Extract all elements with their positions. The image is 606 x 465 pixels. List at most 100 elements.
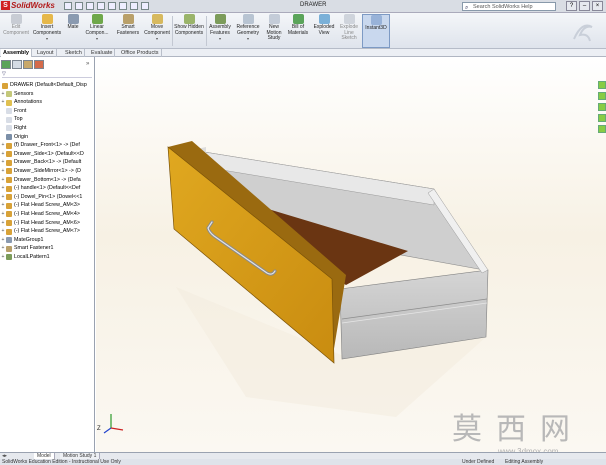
mate-button[interactable]: Mate [65, 14, 81, 31]
minimize-icon[interactable]: – [579, 1, 590, 11]
appearance-manager-tab-icon[interactable] [34, 60, 44, 69]
tab-office-products[interactable]: Office Products [119, 49, 162, 57]
tree-item-screw-7[interactable]: + (-) Flat Head Screw_AM<7> [0, 227, 94, 236]
dropdown-arrow-icon[interactable]: ▾ [234, 36, 262, 42]
tree-item-label: Right [14, 124, 27, 131]
select-icon[interactable] [119, 2, 127, 10]
ds-swirl-logo [573, 24, 593, 42]
title-bar: S SolidWorks DRAWER ⌕ Search SolidWorks He… [0, 0, 606, 13]
smart-fasteners-button[interactable]: Smart Fasteners [114, 14, 142, 36]
drawer-model[interactable] [96, 57, 606, 453]
tree-item-icon [6, 211, 12, 218]
instant3d-button[interactable]: Instant3D [362, 14, 390, 48]
tree-item-drawer-bottom[interactable]: + Drawer_Bottom<1> -> (Defa [0, 176, 94, 185]
smart-fasteners-label: Smart Fasteners [116, 24, 140, 36]
reference-triad: Z [97, 414, 124, 434]
bill-of-materials-icon [292, 14, 304, 24]
tree-item-drawer-front[interactable]: + (f) Drawer_Front<1> -> (Def [0, 141, 94, 150]
explode-line-sketch-icon [343, 14, 355, 24]
tree-item-annotations[interactable]: + Annotations [0, 98, 94, 107]
help-search-input[interactable]: ⌕ Search SolidWorks Help [462, 2, 556, 11]
dropdown-arrow-icon[interactable]: ▾ [82, 36, 112, 42]
tab-assembly[interactable]: Assembly [1, 49, 32, 57]
tree-item-icon [6, 220, 12, 226]
tree-filter[interactable]: ▽ [2, 71, 92, 78]
graphics-area[interactable]: ⊕ ⊕ ↶ ◧ ◫ ◩ ◌ ◉ ◎ ▣ [96, 57, 606, 453]
collapse-panel-icon[interactable]: » [86, 61, 89, 67]
show-hidden-components-button[interactable]: Show Hidden Components [174, 14, 204, 36]
separator [172, 16, 173, 46]
tree-item-icon [6, 159, 12, 166]
open-file-icon[interactable] [75, 2, 83, 10]
assembly-features-button[interactable]: Assembly Features ▾ [207, 14, 233, 42]
tree-item-drawer-back[interactable]: + Drawer_Back<1> -> (Default [0, 158, 94, 167]
tree-item-icon [6, 245, 12, 252]
tree-item-top-plane[interactable]: Top [0, 115, 94, 124]
tree-item-handle[interactable]: + (-) handle<1> (Default<<Def [0, 184, 94, 193]
dropdown-arrow-icon[interactable]: ▾ [32, 36, 62, 42]
rebuild-icon[interactable] [130, 2, 138, 10]
options-icon[interactable] [141, 2, 149, 10]
tree-item-screw-4[interactable]: + (-) Flat Head Screw_AM<4> [0, 210, 94, 219]
mate-icon [67, 14, 79, 24]
view-palette-icon[interactable] [598, 114, 606, 122]
tree-item-front-plane[interactable]: Front [0, 107, 94, 116]
reference-geometry-button[interactable]: Reference Geometry ▾ [234, 14, 262, 42]
file-explorer-icon[interactable] [598, 103, 606, 111]
property-manager-tab-icon[interactable] [12, 60, 22, 69]
tree-item-icon [6, 202, 12, 209]
tree-item-right-plane[interactable]: Right [0, 124, 94, 133]
feature-tree: DRAWER (Default<Default_Disp + Sensors + An… [0, 81, 94, 261]
tree-item-drawer-side-mirror[interactable]: + Drawer_SideMirror<1> -> (D [0, 167, 94, 176]
tree-item-icon [6, 108, 12, 115]
solidworks-logo[interactable]: S SolidWorks [1, 1, 57, 11]
tab-evaluate[interactable]: Evaluate [89, 49, 116, 57]
explode-line-sketch-button[interactable]: Explode Line Sketch [337, 14, 361, 42]
print-icon[interactable] [97, 2, 105, 10]
move-component-button[interactable]: Move Component ▾ [143, 14, 171, 42]
tree-item-label: (-) handle<1> (Default<<Def [14, 185, 81, 192]
undo-icon[interactable] [108, 2, 116, 10]
dropdown-arrow-icon[interactable]: ▾ [207, 36, 233, 42]
edit-component-icon [10, 14, 22, 24]
tree-item-label: (-) Flat Head Screw_AM<4> [14, 210, 80, 217]
status-edition: SolidWorks Education Edition - Instructi… [2, 459, 121, 465]
tree-item-dowel-pin[interactable]: + (-) Dowel_Pin<1> (Dowel<<1 [0, 193, 94, 202]
tree-item-smart-fastener[interactable]: + Smart Fastener1 [0, 244, 94, 253]
insert-components-button[interactable]: Insert Components ▾ [32, 14, 62, 42]
status-mode: Editing Assembly [505, 459, 544, 465]
configuration-manager-tab-icon[interactable] [23, 60, 33, 69]
tree-root[interactable]: DRAWER (Default<Default_Disp [0, 81, 94, 90]
tree-item-origin[interactable]: Origin [0, 133, 94, 142]
motion-study-icon [268, 14, 280, 24]
edit-component-button[interactable]: Edit Component [3, 14, 29, 36]
bill-of-materials-button[interactable]: Bill of Materials [286, 14, 310, 36]
help-icon[interactable]: ? [566, 1, 577, 11]
tree-item-screw-6[interactable]: + (-) Flat Head Screw_AM<6> [0, 219, 94, 228]
search-icon: ⌕ [465, 5, 469, 11]
tree-item-local-pattern[interactable]: + LocalLPattern1 [0, 253, 94, 262]
new-motion-study-button[interactable]: New Motion Study [263, 14, 285, 42]
tree-item-label: Smart Fastener1 [14, 245, 54, 252]
instant3d-label: Instant3D [365, 25, 387, 31]
new-file-icon[interactable] [64, 2, 72, 10]
tab-sketch[interactable]: Sketch [63, 49, 85, 57]
design-library-icon[interactable] [598, 92, 606, 100]
tree-item-screw-3[interactable]: + (-) Flat Head Screw_AM<3> [0, 201, 94, 210]
feature-manager-tab-icon[interactable] [1, 60, 11, 69]
dropdown-arrow-icon[interactable]: ▾ [143, 36, 171, 42]
close-icon[interactable]: × [592, 1, 603, 11]
linear-component-pattern-button[interactable]: Linear Compon... ▾ [82, 14, 112, 42]
save-icon[interactable] [86, 2, 94, 10]
tree-item-sensors[interactable]: + Sensors [0, 90, 94, 99]
tree-item-label: LocalLPattern1 [14, 253, 50, 260]
tab-layout[interactable]: Layout [35, 49, 57, 57]
reference-geometry-icon [242, 14, 254, 24]
command-manager-tabs: Assembly Layout Sketch Evaluate Office P… [0, 49, 606, 57]
exploded-view-button[interactable]: Exploded View [312, 14, 336, 36]
tree-item-drawer-side[interactable]: + Drawer_Side<1> (Default<<D [0, 150, 94, 159]
appearances-icon[interactable] [598, 125, 606, 133]
resources-icon[interactable] [598, 81, 606, 89]
tree-item-label: (-) Flat Head Screw_AM<3> [14, 202, 80, 209]
tree-item-mate-group[interactable]: + MateGroup1 [0, 236, 94, 245]
